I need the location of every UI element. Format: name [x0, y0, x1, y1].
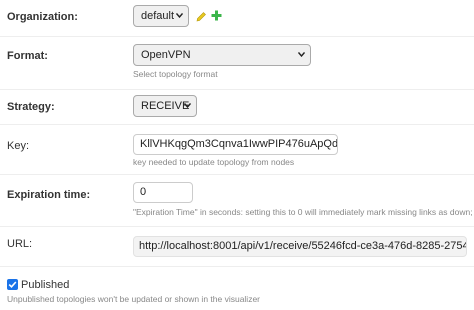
organization-select[interactable]: default — [133, 5, 189, 27]
key-input[interactable]: KllVHKqgQm3Cqnva1IwwPIP476uApQdI — [133, 134, 338, 155]
format-select[interactable]: OpenVPN — [133, 44, 311, 66]
published-label[interactable]: Published — [21, 279, 69, 291]
pencil-icon[interactable] — [196, 11, 207, 22]
expiration-help-text: "Expiration Time" in seconds: setting th… — [133, 207, 474, 217]
strategy-label: Strategy: — [7, 101, 55, 113]
organization-row: Organization: default — [0, 0, 474, 37]
expiration-label: Expiration time: — [7, 189, 91, 201]
key-help-text: key needed to update topology from nodes — [133, 157, 295, 167]
check-icon — [8, 281, 17, 288]
expiration-input[interactable]: 0 — [133, 182, 193, 203]
topology-form: Organization: default Format: OpenVPN Se… — [0, 0, 474, 310]
format-row: Format: OpenVPN Select topology format — [0, 37, 474, 90]
url-readonly-field[interactable]: http://localhost:8001/api/v1/receive/552… — [133, 236, 467, 257]
chevron-down-icon — [184, 103, 191, 108]
format-help-text: Select topology format — [133, 69, 218, 79]
organization-label: Organization: — [7, 11, 78, 23]
strategy-select-value: RECEIVE — [141, 100, 190, 112]
key-row: Key: KllVHKqgQm3Cqnva1IwwPIP476uApQdI ke… — [0, 125, 474, 175]
expiration-row: Expiration time: 0 "Expiration Time" in … — [0, 175, 474, 227]
published-help-text: Unpublished topologies won't be updated … — [7, 294, 261, 304]
chevron-down-icon — [176, 13, 183, 18]
published-checkbox[interactable] — [7, 279, 18, 290]
chevron-down-icon — [298, 52, 305, 57]
strategy-row: Strategy: RECEIVE — [0, 90, 474, 125]
url-label: URL: — [7, 238, 33, 250]
organization-select-value: default — [141, 10, 175, 22]
key-label: Key: — [7, 140, 30, 152]
url-row: URL: http://localhost:8001/api/v1/receiv… — [0, 227, 474, 267]
strategy-select[interactable]: RECEIVE — [133, 95, 197, 117]
plus-icon[interactable] — [211, 10, 222, 21]
format-label: Format: — [7, 50, 48, 62]
format-select-value: OpenVPN — [141, 49, 191, 61]
